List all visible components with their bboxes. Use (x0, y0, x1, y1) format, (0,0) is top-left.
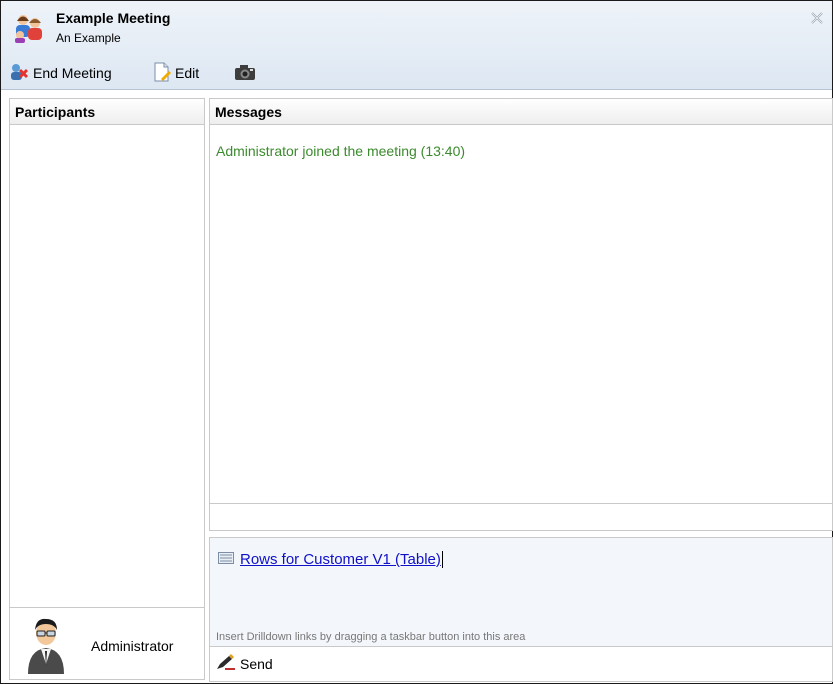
close-icon[interactable] (810, 11, 824, 25)
end-meeting-button[interactable]: End Meeting (9, 61, 112, 85)
camera-icon (234, 63, 260, 84)
send-pen-icon (216, 654, 240, 673)
text-cursor (441, 551, 443, 568)
meeting-window: Example Meeting An Example End Meeting E… (0, 0, 833, 684)
participants-header: Participants (9, 98, 205, 125)
participant-item[interactable]: Administrator (10, 607, 204, 679)
participants-panel: Participants Administrator (9, 98, 205, 680)
send-label: Send (240, 655, 273, 672)
edit-document-icon (153, 62, 175, 85)
meeting-people-icon (13, 13, 45, 43)
meeting-title: Example Meeting (56, 10, 171, 26)
camera-button[interactable] (234, 61, 260, 85)
edit-label: Edit (175, 65, 200, 81)
meeting-header: Example Meeting An Example End Meeting E… (1, 1, 832, 90)
compose-area[interactable]: Rows for Customer V1 (Table) Insert Dril… (209, 537, 833, 647)
system-message: Administrator joined the meeting (13:40) (216, 143, 466, 159)
end-meeting-icon (9, 63, 33, 84)
edit-button[interactable]: Edit (153, 61, 199, 85)
participant-name: Administrator (91, 638, 174, 654)
end-meeting-label: End Meeting (33, 65, 112, 81)
messages-header: Messages (209, 98, 833, 125)
messages-status-bar (210, 503, 832, 530)
drilldown-link-item: Rows for Customer V1 (Table) (218, 551, 443, 568)
messages-panel: Messages Administrator joined the meetin… (209, 98, 833, 531)
meeting-subtitle: An Example (56, 31, 121, 45)
drilldown-link[interactable]: Rows for Customer V1 (Table) (240, 551, 441, 568)
send-button[interactable]: Send (216, 654, 273, 673)
table-icon (218, 552, 234, 567)
user-avatar-icon (24, 616, 68, 677)
send-bar: Send (209, 647, 833, 682)
drilldown-hint: Insert Drilldown links by dragging a tas… (216, 631, 526, 643)
